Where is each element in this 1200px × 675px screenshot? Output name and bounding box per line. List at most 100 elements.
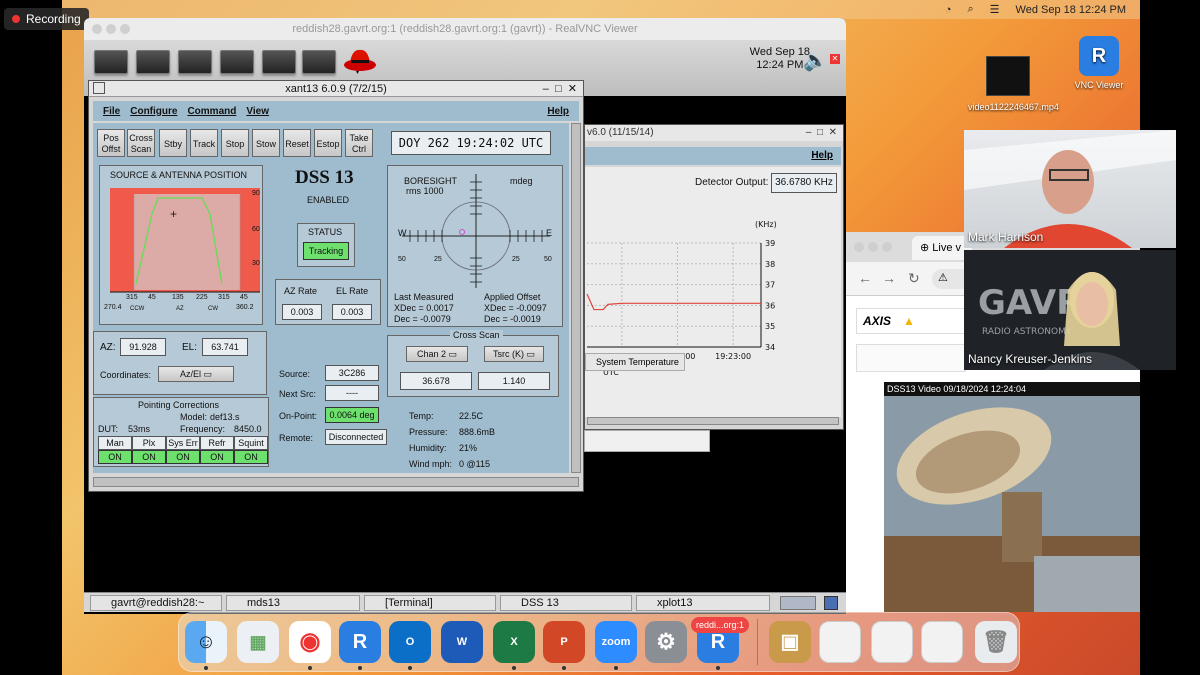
- estop-button[interactable]: Estop: [314, 129, 342, 157]
- minimized-window-3[interactable]: [921, 621, 963, 663]
- menu-file[interactable]: File: [103, 106, 120, 117]
- reset-button[interactable]: Reset: [283, 129, 311, 157]
- window-controls-icon[interactable]: – □ ✕: [806, 125, 837, 141]
- zoom-icon[interactable]: zoom: [595, 621, 637, 663]
- zoom-window-button[interactable]: [882, 242, 892, 252]
- forward-icon[interactable]: →: [882, 270, 896, 286]
- xant-hscrollbar[interactable]: [93, 477, 579, 487]
- system-temperature-tab[interactable]: System Temperature: [585, 353, 685, 371]
- record-dot-icon: [12, 15, 20, 23]
- minimized-window-2[interactable]: [871, 621, 913, 663]
- task-terminal-gavrt[interactable]: gavrt@reddish28:~: [90, 595, 222, 611]
- correction-toggle[interactable]: ON: [132, 450, 166, 464]
- xant-title-bar[interactable]: xant13 6.0.9 (7/2/15) – □ ✕: [89, 81, 583, 97]
- task-xplot13[interactable]: xplot13: [636, 595, 770, 611]
- speaker-icon[interactable]: 🔈: [803, 48, 828, 73]
- close-window-button[interactable]: [92, 24, 102, 34]
- coordinates-select[interactable]: Az/El ▭: [158, 366, 234, 382]
- menu-help[interactable]: Help: [547, 106, 569, 117]
- search-icon[interactable]: ⌕: [967, 3, 973, 16]
- reload-icon[interactable]: ↻: [908, 270, 920, 287]
- stow-button[interactable]: Stow: [252, 129, 280, 157]
- desktop-vnc-viewer[interactable]: R VNC Viewer: [1064, 36, 1134, 90]
- window-controls-icon[interactable]: – □ ✕: [543, 81, 577, 97]
- detector-series-line: [586, 293, 761, 311]
- az-rate-value: 0.003: [282, 304, 322, 320]
- chrome-icon[interactable]: ◉: [289, 621, 331, 663]
- back-icon[interactable]: ←: [858, 270, 872, 286]
- az-tick-5: 315: [218, 294, 230, 301]
- tsrc-select[interactable]: Tsrc (K) ▭: [484, 346, 544, 362]
- participant-tile-mark[interactable]: Mark Harrison: [964, 130, 1176, 248]
- channel-select[interactable]: Chan 2 ▭: [406, 346, 468, 362]
- correction-toggle[interactable]: ON: [166, 450, 200, 464]
- xplot-help-menu[interactable]: Help: [811, 150, 833, 161]
- take-control-button[interactable]: Take Ctrl: [345, 129, 373, 157]
- task-terminal[interactable]: [Terminal]: [364, 595, 496, 611]
- menubar-clock[interactable]: Wed Sep 18 12:24 PM: [1016, 4, 1126, 16]
- control-center-icon[interactable]: ☰: [990, 3, 1000, 16]
- vnc-title-bar[interactable]: reddish28.gavrt.org:1 (reddish28.gavrt.o…: [84, 18, 846, 40]
- cross-scan-button[interactable]: Cross Scan: [127, 129, 155, 157]
- track-button[interactable]: Track: [190, 129, 218, 157]
- workspace-pager[interactable]: [780, 596, 816, 610]
- workspace-6-button[interactable]: [302, 50, 336, 74]
- boresight-east: E: [546, 228, 553, 238]
- workspace-3-button[interactable]: [178, 50, 212, 74]
- menu-configure[interactable]: Configure: [130, 106, 177, 117]
- boresight-tick-w50: 50: [398, 256, 406, 263]
- workspace-2-button[interactable]: [136, 50, 170, 74]
- warning-icon: ⚠: [938, 272, 948, 284]
- browser-tab[interactable]: ⊕ Live v: [912, 236, 972, 260]
- minimize-window-button[interactable]: [868, 242, 878, 252]
- task-dss13[interactable]: DSS 13: [500, 595, 632, 611]
- vnc-viewer-dock-icon[interactable]: R: [339, 621, 381, 663]
- word-icon[interactable]: W: [441, 621, 483, 663]
- correction-toggle[interactable]: ON: [234, 450, 268, 464]
- redhat-icon[interactable]: ▾: [342, 45, 378, 75]
- window-menu-icon[interactable]: [93, 82, 105, 94]
- stop-button[interactable]: Stop: [221, 129, 249, 157]
- zoom-window-button[interactable]: [120, 24, 130, 34]
- show-desktop-icon[interactable]: [824, 596, 838, 610]
- correction-squint: Squint ON: [234, 436, 268, 464]
- workspace-4-button[interactable]: [220, 50, 254, 74]
- wifi-icon[interactable]: ◔: [945, 4, 952, 16]
- correction-plx: Plx ON: [132, 436, 166, 464]
- workspace-1-button[interactable]: [94, 50, 128, 74]
- excel-icon[interactable]: X: [493, 621, 535, 663]
- x-tick-label: 19:23:00: [715, 352, 751, 361]
- desktop-video-file[interactable]: video1122246467.mp4: [968, 56, 1059, 112]
- az-el-panel: AZ: 91.928 EL: 63.741 Coordinates: Az/El…: [93, 331, 267, 395]
- xplot-hscrollbar[interactable]: [587, 417, 839, 425]
- system-settings-icon[interactable]: ⚙: [645, 621, 687, 663]
- launchpad-icon[interactable]: ▦: [237, 621, 279, 663]
- workspace-5-button[interactable]: [262, 50, 296, 74]
- page-search-box[interactable]: [856, 344, 966, 372]
- remote-clock[interactable]: Wed Sep 18 12:24 PM: [750, 46, 810, 72]
- finder-icon[interactable]: ☺: [185, 621, 227, 663]
- xplot-title-bar[interactable]: v6.0 (11/15/14) – □ ✕: [585, 125, 843, 141]
- az-label: AZ:: [100, 342, 116, 353]
- xplot-status-field: [584, 430, 710, 452]
- remote-clock-day: Wed Sep 18: [749, 46, 810, 58]
- menu-view[interactable]: View: [246, 106, 269, 117]
- outlook-icon[interactable]: O: [389, 621, 431, 663]
- minimize-window-button[interactable]: [106, 24, 116, 34]
- correction-toggle[interactable]: ON: [200, 450, 234, 464]
- correction-toggle[interactable]: ON: [98, 450, 132, 464]
- participant-tile-nancy[interactable]: GAVRT RADIO ASTRONOMY Nancy Kreuser-Jenk…: [964, 250, 1176, 370]
- xant-vscrollbar[interactable]: [571, 123, 581, 473]
- wind-label: Wind mph:: [409, 459, 453, 469]
- minimized-window-1[interactable]: [819, 621, 861, 663]
- trash-icon[interactable]: 🗑: [975, 621, 1017, 663]
- menu-command[interactable]: Command: [187, 106, 236, 117]
- cross-scan-value-1: 36.678: [400, 372, 472, 390]
- close-window-button[interactable]: [854, 242, 864, 252]
- task-mds13[interactable]: mds13: [226, 595, 360, 611]
- powerpoint-icon[interactable]: P: [543, 621, 585, 663]
- recording-indicator[interactable]: Recording: [4, 8, 89, 30]
- pos-offset-button[interactable]: Pos Offst: [97, 129, 125, 157]
- standby-button[interactable]: Stby: [159, 129, 187, 157]
- archive-utility-icon[interactable]: ▣: [769, 621, 811, 663]
